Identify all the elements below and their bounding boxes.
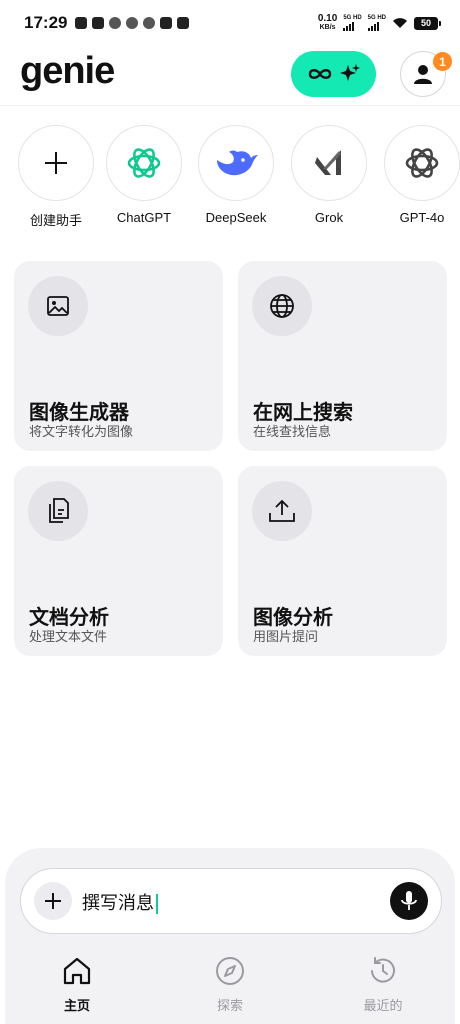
card-image-analysis[interactable]: 图像分析 用图片提问 <box>238 466 447 656</box>
assistant-create[interactable]: 创建助手 <box>16 125 96 229</box>
notification-icons <box>75 17 190 29</box>
card-web-search[interactable]: 在网上搜索 在线查找信息 <box>238 261 447 451</box>
alipay-icon <box>160 17 173 29</box>
assistant-label: 创建助手 <box>29 213 82 228</box>
upload-icon <box>269 499 295 522</box>
card-document-analysis[interactable]: 文档分析 处理文本文件 <box>14 466 223 656</box>
globe-icon <box>270 294 294 318</box>
openai-logo-icon <box>405 148 439 178</box>
assistant-deepseek[interactable]: DeepSeek <box>196 125 276 225</box>
tab-home[interactable]: 主页 <box>32 955 122 1014</box>
signal-icon: 5G HD <box>343 15 362 31</box>
app-logo: genie <box>20 50 115 92</box>
status-time: 17:29 <box>24 13 68 32</box>
tab-label: 探索 <box>216 998 243 1013</box>
card-image-generator[interactable]: 图像生成器 将文字转化为图像 <box>14 261 223 451</box>
app-icon-2 <box>177 17 190 29</box>
compass-icon <box>216 957 244 985</box>
wechat-icon <box>126 17 139 29</box>
tab-label: 最近的 <box>363 998 403 1013</box>
network-speed: 0.10 KB/s <box>317 13 338 32</box>
card-subtitle: 处理文本文件 <box>29 629 108 644</box>
user-icon <box>414 65 432 84</box>
sparkle-icon <box>339 64 360 81</box>
message-icon <box>143 17 156 29</box>
assistant-label: Grok <box>314 210 344 225</box>
assistants-row: 创建助手 ChatGPT DeepSeek Grok GPT-4o <box>0 125 460 235</box>
tab-explore[interactable]: 探索 <box>185 955 275 1014</box>
home-icon <box>63 957 91 985</box>
card-subtitle: 用图片提问 <box>253 629 319 644</box>
tab-label: 主页 <box>63 998 90 1013</box>
message-input[interactable]: 撰写消息 <box>82 889 158 915</box>
tab-recent[interactable]: 最近的 <box>338 955 428 1014</box>
app-header: genie <box>0 46 460 106</box>
document-icon <box>49 498 69 523</box>
assistant-label: GPT-4o <box>399 210 445 225</box>
message-composer[interactable]: 撰写消息 <box>20 868 442 934</box>
assistant-chatgpt[interactable]: ChatGPT <box>104 125 184 225</box>
battery-icon: 50 <box>414 16 441 30</box>
infinity-icon <box>308 69 331 79</box>
voice-button[interactable] <box>390 882 428 920</box>
assistant-label: DeepSeek <box>205 210 267 225</box>
deepseek-whale-icon <box>217 150 258 176</box>
assistant-grok[interactable]: Grok <box>289 125 369 225</box>
app-icon <box>109 17 122 29</box>
assistant-gpt4o[interactable]: GPT-4o <box>382 125 460 225</box>
image-icon <box>47 296 69 316</box>
tiktok-icon <box>75 17 88 29</box>
plus-icon <box>45 893 61 909</box>
microphone-icon <box>401 891 417 910</box>
history-icon <box>371 957 395 983</box>
assistant-label: ChatGPT <box>116 210 172 225</box>
grok-logo-icon <box>315 150 341 175</box>
signal-icon-2: 5G HD <box>367 15 386 31</box>
attach-button[interactable] <box>34 882 72 920</box>
status-bar: 17:29 0.10 KB/s 5G HD 5G HD 50 <box>0 0 460 46</box>
notification-badge: 1 <box>433 52 452 71</box>
plus-icon <box>45 152 67 174</box>
card-subtitle: 在线查找信息 <box>253 424 332 439</box>
chatgpt-logo-icon <box>127 148 161 178</box>
wifi-icon <box>393 18 407 28</box>
text-caret <box>156 894 158 915</box>
card-subtitle: 将文字转化为图像 <box>29 424 134 439</box>
cat-app-icon <box>92 17 105 29</box>
premium-button[interactable] <box>291 51 376 97</box>
